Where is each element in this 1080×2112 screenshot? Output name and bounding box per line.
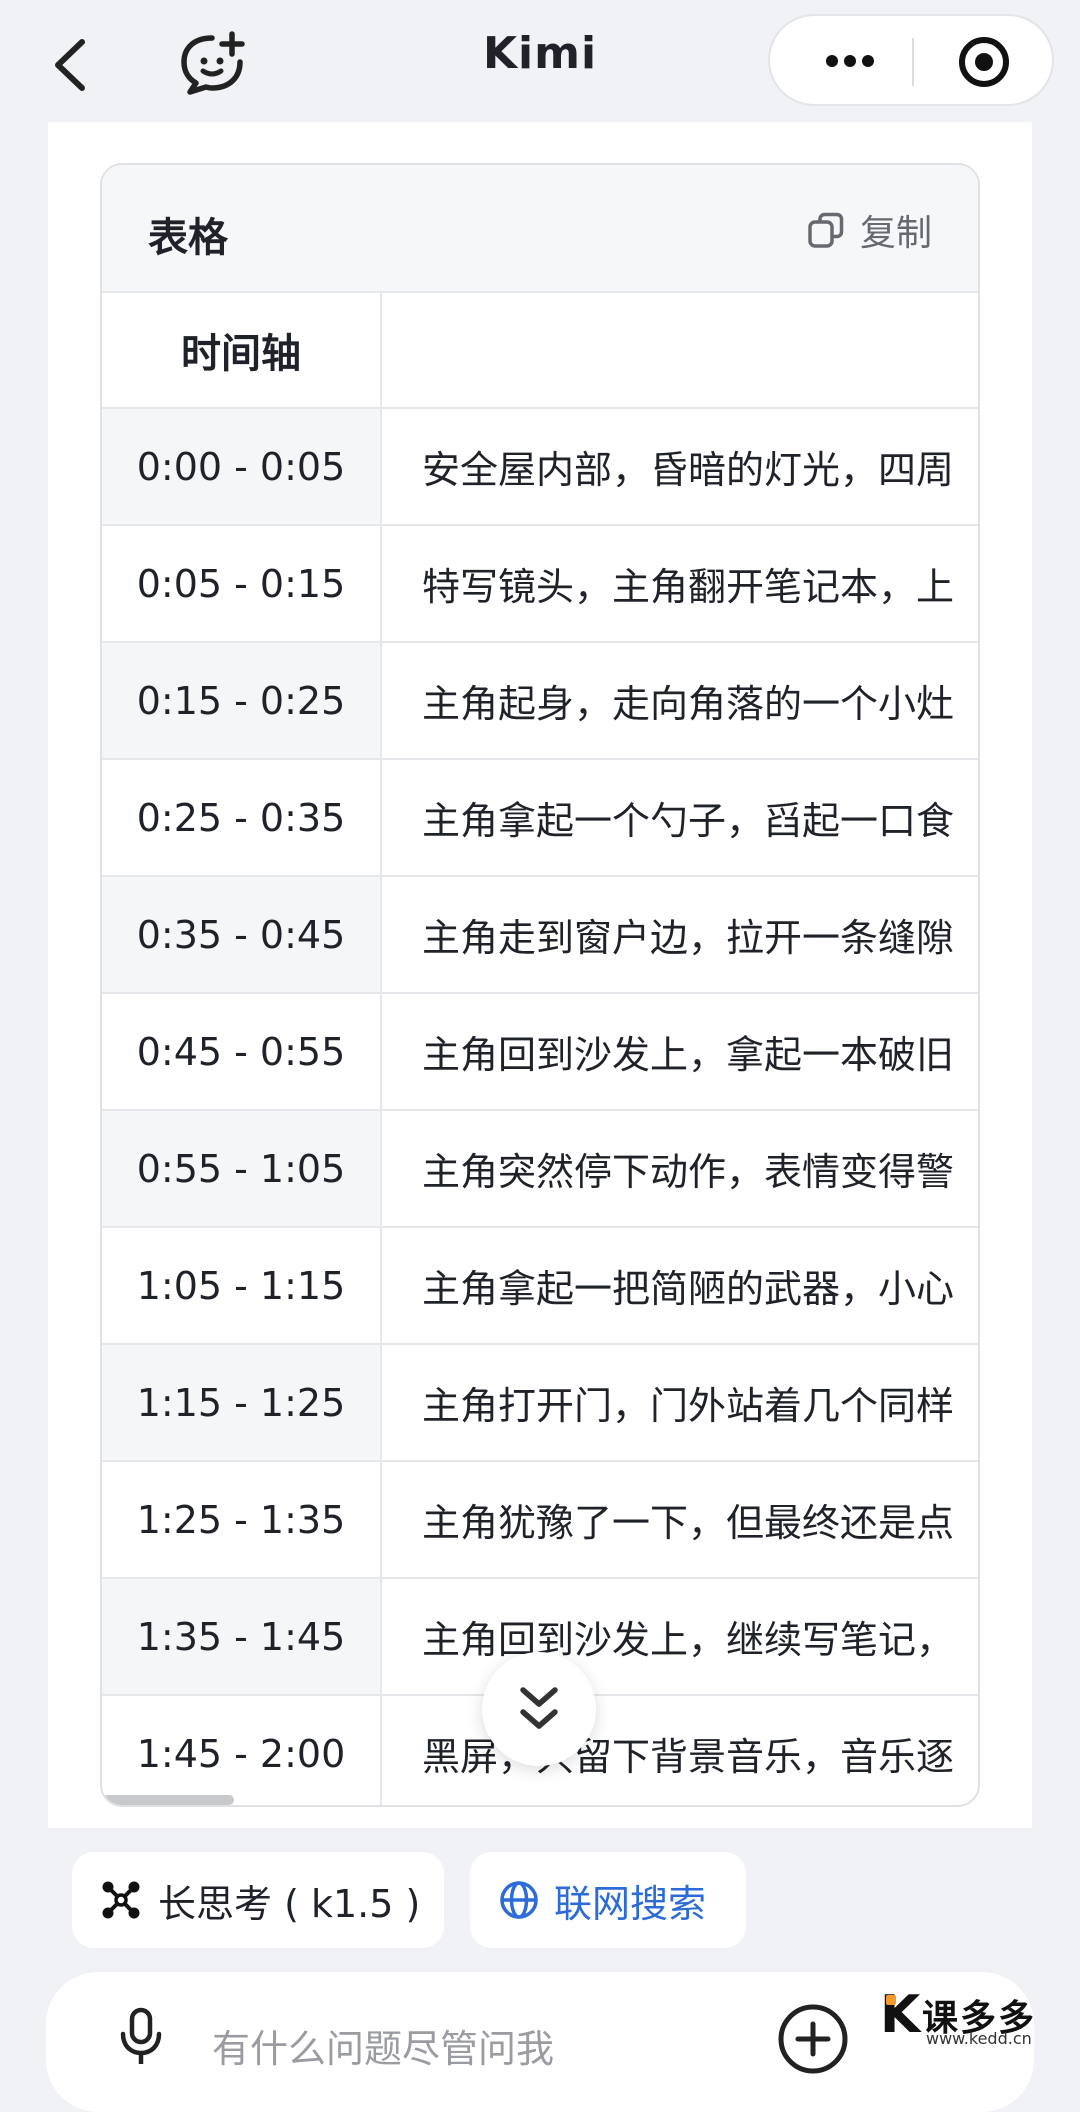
description-cell: 主角突然停下动作，表情变得警 — [382, 1111, 978, 1226]
time-cell: 0:35 - 0:45 — [102, 877, 382, 992]
scroll-to-bottom-button[interactable] — [482, 1652, 596, 1766]
target-close-icon — [959, 37, 1009, 87]
more-button[interactable] — [800, 36, 900, 86]
description-cell: 主角起身，走向角落的一个小灶 — [382, 643, 978, 758]
description-cell: 安全屋内部，昏暗的灯光，四周 — [382, 409, 978, 524]
description-cell: 主角犹豫了一下，但最终还是点 — [422, 1501, 955, 1545]
close-mini-program-button[interactable] — [956, 34, 1012, 90]
time-cell: 1:35 - 1:45 — [102, 1579, 382, 1694]
watermark-logo: K 课多多 www.kedd.cn — [880, 1985, 1070, 2048]
time-cell: 0:45 - 0:55 — [102, 994, 382, 1109]
top-bar: Kimi — [0, 0, 1080, 122]
table-row: 0:55 - 1:05 主角突然停下动作，表情变得警 — [102, 1111, 978, 1228]
table-row: 0:05 - 0:15 特写镜头，主角翻开笔记本，上 — [102, 526, 978, 643]
time-cell: 1:15 - 1:25 — [102, 1345, 382, 1460]
plus-circle-icon — [778, 2004, 848, 2074]
table-row: 0:15 - 0:25 主角起身，走向角落的一个小灶 — [102, 643, 978, 760]
web-search-label: 联网搜索 — [554, 1881, 707, 1926]
time-cell: 0:15 - 0:25 — [102, 643, 382, 758]
table-row: 0:35 - 0:45 主角走到窗户边，拉开一条缝隙 — [102, 877, 978, 994]
table-row: 0:25 - 0:35 主角拿起一个勺子，舀起一口食 — [102, 760, 978, 877]
time-cell: 0:00 - 0:05 — [102, 409, 382, 524]
table-row: 1:15 - 1:25 主角打开门，门外站着几个同样 — [102, 1345, 978, 1462]
microphone-icon — [120, 2007, 162, 2064]
column-header-description — [382, 293, 978, 407]
add-attachment-button[interactable] — [776, 2002, 850, 2076]
horizontal-scrollbar[interactable] — [102, 1795, 234, 1805]
description-cell: 主角走到窗户边，拉开一条缝隙 — [382, 877, 978, 992]
table-row: 1:25 - 1:35 主角犹豫了一下，但最终还是点 — [102, 1462, 978, 1579]
table-card: 表格 复制 时间轴 0:00 - 0:05 安全屋内部，昏暗的灯光，四周 0:0… — [100, 163, 980, 1807]
table-card-header: 表格 复制 — [102, 165, 978, 293]
description-cell: 黑屏，只留下背景音乐，音乐逐 — [422, 1735, 955, 1779]
globe-icon — [500, 1881, 538, 1919]
table-row: 0:45 - 0:55 主角回到沙发上，拿起一本破旧 — [102, 994, 978, 1111]
column-header-timeline: 时间轴 — [102, 293, 382, 407]
time-cell: 0:55 - 1:05 — [102, 1111, 382, 1226]
table-card-title: 表格 — [148, 215, 228, 261]
long-thinking-chip[interactable]: 长思考 ( k1.5 ) — [72, 1852, 444, 1948]
chat-input-placeholder[interactable]: 有什么问题尽管问我 — [212, 2018, 554, 2073]
table-header-row: 时间轴 — [102, 293, 978, 409]
table-row: 1:05 - 1:15 主角拿起一把简陋的武器，小心 — [102, 1228, 978, 1345]
time-cell: 0:25 - 0:35 — [102, 760, 382, 875]
capsule-divider — [912, 38, 914, 86]
description-cell: 主角拿起一个勺子，舀起一口食 — [422, 799, 955, 843]
copy-label: 复制 — [859, 213, 932, 254]
table-row: 0:00 - 0:05 安全屋内部，昏暗的灯光，四周 — [102, 409, 978, 526]
watermark-dot — [886, 1995, 896, 2005]
time-cell: 1:45 - 2:00 — [102, 1696, 382, 1805]
double-chevron-down-icon — [520, 1687, 558, 1729]
copy-button[interactable]: 复制 — [806, 205, 932, 255]
description-cell: 主角回到沙发上，拿起一本破旧 — [422, 1033, 955, 1077]
timeline-table[interactable]: 时间轴 0:00 - 0:05 安全屋内部，昏暗的灯光，四周 0:05 - 0:… — [102, 293, 978, 1805]
time-cell: 1:25 - 1:35 — [102, 1462, 382, 1577]
description-cell: 特写镜头，主角翻开笔记本，上 — [422, 565, 955, 609]
mini-program-capsule — [768, 14, 1054, 106]
more-dots-icon — [826, 55, 874, 67]
description-cell: 主角拿起一把简陋的武器，小心 — [422, 1267, 955, 1311]
time-cell: 1:05 - 1:15 — [102, 1228, 382, 1343]
web-search-chip[interactable]: 联网搜索 — [470, 1852, 746, 1948]
voice-input-button[interactable] — [116, 2006, 166, 2066]
description-cell: 主角打开门，门外站着几个同样 — [382, 1345, 978, 1460]
description-cell: 主角回到沙发上，继续写笔记， — [382, 1579, 978, 1694]
watermark-k-icon: K — [880, 1985, 921, 2045]
watermark-url: www.kedd.cn — [926, 2029, 1032, 2048]
nodes-icon — [102, 1881, 140, 1919]
time-cell: 0:05 - 0:15 — [102, 526, 382, 641]
long-thinking-label: 长思考 ( k1.5 ) — [158, 1881, 421, 1926]
copy-icon — [808, 212, 844, 248]
